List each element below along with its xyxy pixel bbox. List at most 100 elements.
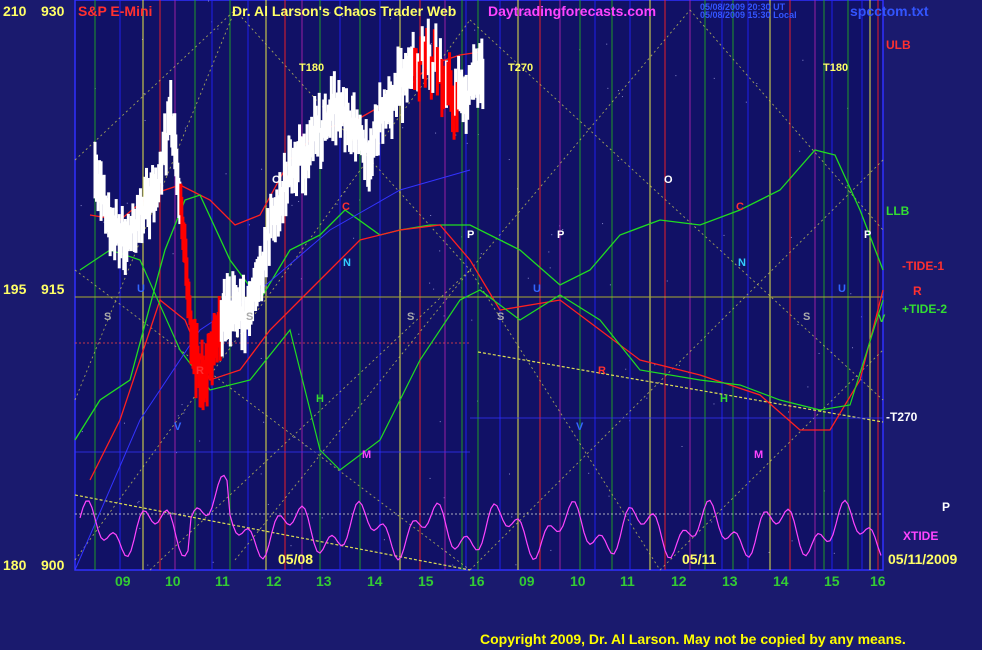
r-label: R [913,284,922,298]
star [850,293,852,295]
t180-label-1: T180 [299,62,325,74]
y-axis-inner-top: 930 [41,3,65,19]
marker-u: U [838,283,846,295]
marker-n: N [738,257,746,269]
marker-s: S [497,311,504,323]
star [123,422,125,424]
copyright: Copyright 2009, Dr. Al Larson. May not b… [480,631,906,647]
marker-m: M [754,449,763,461]
x-tick-8: 09 [519,573,535,589]
star [666,280,668,282]
star [602,223,604,225]
star [172,512,174,514]
star [429,477,431,479]
star [172,253,174,255]
star [588,472,590,474]
star [207,0,209,2]
x-tick-2: 11 [215,573,230,589]
star [480,253,482,255]
t180-label-2: T180 [823,62,849,74]
star [139,527,141,529]
star [474,29,476,31]
x-tick-6: 15 [418,573,434,589]
star [433,288,435,290]
file-name: spcctom.txt [850,3,929,19]
star [548,251,550,253]
price-bar [431,61,435,93]
ulb-label: ULB [886,38,911,52]
x-tick-3: 12 [266,573,282,589]
star [304,445,306,447]
star [199,440,201,442]
star [788,411,790,413]
main-title: Dr. Al Larson's Chaos Trader Web [232,3,457,19]
star [807,386,809,388]
site-name: Daytradingforecasts.com [488,3,657,19]
marker-o: O [664,174,673,186]
date-label-2: 05/11 [682,551,717,567]
star [80,205,82,207]
star [260,357,262,359]
marker-p: P [557,229,564,241]
star [550,549,552,551]
star [745,101,747,103]
y-axis-outer-top: 210 [3,3,27,19]
marker-u: U [533,283,541,295]
star [471,319,473,321]
marker-s: S [407,311,414,323]
star [818,352,820,354]
star [267,503,269,505]
price-bar [481,58,485,110]
price-bar [417,61,421,102]
star [138,500,140,502]
star [261,168,263,170]
star [723,234,725,236]
llb-label: LLB [886,204,910,218]
star [298,333,300,335]
star [681,445,683,447]
xtide-label: XTIDE [903,529,939,543]
marker-v: V [174,421,182,433]
star [608,495,610,497]
tide1-label: -TIDE-1 [902,259,944,273]
star [177,415,179,417]
star [353,237,355,239]
marker-r: R [598,365,606,377]
star [298,201,300,203]
marker-s: S [803,311,810,323]
x-tick-5: 14 [367,573,383,589]
price-bar [267,233,271,266]
star [248,224,250,226]
x-tick-0: 09 [115,573,131,589]
star [466,142,468,144]
star [290,545,292,547]
tide2-label: +TIDE-2 [902,302,948,316]
star [430,215,432,217]
star [607,87,609,89]
x-tick-7: 16 [469,573,485,589]
star [293,436,295,438]
y-axis-inner-mid: 915 [41,281,65,297]
star [439,421,441,423]
t270-label-top: T270 [508,62,534,74]
star [675,75,677,77]
marker-c: C [342,201,350,213]
marker-p: P [467,229,474,241]
star [654,364,656,366]
marker-h: H [316,393,324,405]
star [606,43,608,45]
star [181,404,183,406]
star [833,552,835,554]
star [452,564,454,566]
star [402,127,404,129]
marker-s: S [104,311,111,323]
timestamp-local: 05/08/2009 15:30 Local [700,10,797,20]
marker-o: O [272,174,281,186]
star [291,204,293,206]
star [430,43,432,45]
star [790,236,792,238]
x-tick-4: 13 [316,573,332,589]
x-tick-14: 15 [824,573,840,589]
chaos-trader-chart: S S S S S O O N N P P P H H M M C C R R U U U V V V [74,0,886,571]
x-tick-12: 13 [722,573,738,589]
